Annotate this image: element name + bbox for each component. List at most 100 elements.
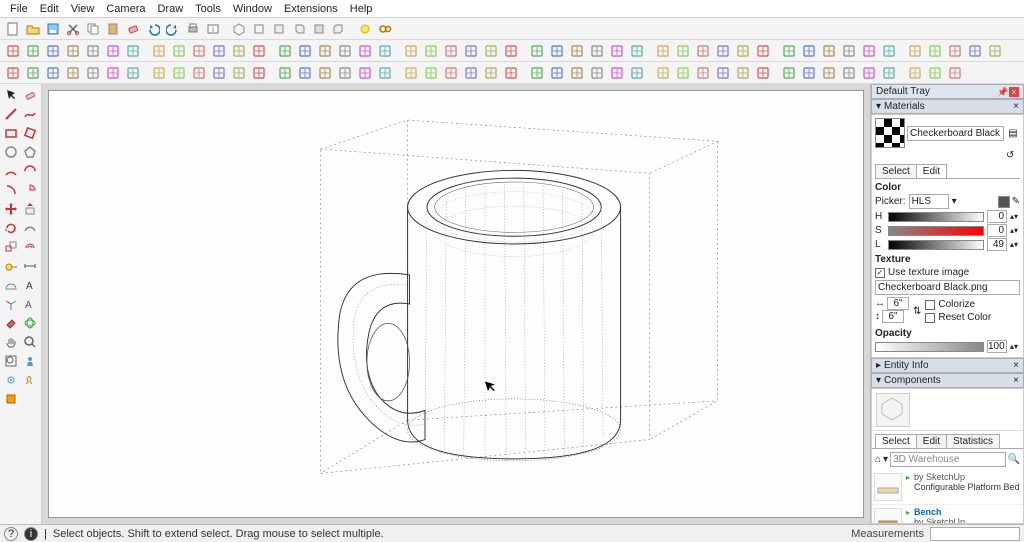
menu-draw[interactable]: Draw [151,3,189,15]
l-value[interactable]: 49 [987,238,1007,251]
eraser-icon[interactable] [21,86,39,104]
r2-tool-33[interactable] [694,42,712,60]
r3-tool-17[interactable] [356,64,374,82]
menu-camera[interactable]: Camera [100,3,151,15]
r2-tool-27[interactable] [568,42,586,60]
scale-icon[interactable] [2,238,20,256]
r2-tool-22[interactable] [462,42,480,60]
left-icon[interactable] [330,20,348,38]
r2-tool-24[interactable] [502,42,520,60]
arc2-icon[interactable] [21,162,39,180]
opacity-slider[interactable] [875,342,984,352]
pie-icon[interactable] [21,181,39,199]
comp-tab-select[interactable]: Select [875,434,917,448]
r3-tool-7[interactable] [150,64,168,82]
collapse-icon[interactable]: ▾ [876,375,881,386]
r2-tool-15[interactable] [316,42,334,60]
r3-tool-18[interactable] [376,64,394,82]
gears-icon[interactable] [376,20,394,38]
r2-tool-7[interactable] [150,42,168,60]
r2-tool-5[interactable] [104,42,122,60]
r3-tool-37[interactable] [780,64,798,82]
menu-extensions[interactable]: Extensions [278,3,344,15]
close-icon[interactable]: × [1009,87,1019,97]
r2-tool-29[interactable] [608,42,626,60]
r2-tool-17[interactable] [356,42,374,60]
menu-edit[interactable]: Edit [34,3,65,15]
r2-tool-6[interactable] [124,42,142,60]
r2-tool-9[interactable] [190,42,208,60]
undo-icon[interactable] [144,20,162,38]
r3-tool-20[interactable] [422,64,440,82]
r2-tool-10[interactable] [210,42,228,60]
dimension-icon[interactable] [21,257,39,275]
paste-icon[interactable] [104,20,122,38]
r3-tool-21[interactable] [442,64,460,82]
panel-close-icon[interactable]: × [1013,375,1019,386]
collapse-icon[interactable]: ▾ [876,101,881,112]
r2-tool-46[interactable] [966,42,984,60]
protractor-icon[interactable] [2,276,20,294]
color-swatch-dark[interactable] [998,196,1010,208]
freehand-icon[interactable] [21,105,39,123]
r2-tool-1[interactable] [24,42,42,60]
r2-tool-14[interactable] [296,42,314,60]
r3-tool-35[interactable] [734,64,752,82]
pin-icon[interactable]: 📌 [997,87,1007,97]
l-spinner[interactable]: ▴▾ [1010,242,1020,247]
rotate-icon[interactable] [2,219,20,237]
r2-tool-25[interactable] [528,42,546,60]
3dtext-icon[interactable]: A [21,295,39,313]
menu-window[interactable]: Window [227,3,278,15]
iso-icon[interactable] [230,20,248,38]
r2-tool-21[interactable] [442,42,460,60]
list-item[interactable]: ▸ by SketchUpConfigurable Platform Bed [872,470,1023,505]
light-icon[interactable] [356,20,374,38]
r2-tool-45[interactable] [946,42,964,60]
h-spinner[interactable]: ▴▾ [1010,214,1020,219]
r2-tool-20[interactable] [422,42,440,60]
r3-tool-4[interactable] [84,64,102,82]
materials-header[interactable]: ▾ Materials × [871,99,1024,114]
cut-icon[interactable] [64,20,82,38]
nav-home-icon[interactable]: ⌂ [875,454,881,465]
tab-edit[interactable]: Edit [916,164,947,178]
r3-tool-11[interactable] [230,64,248,82]
back-icon[interactable] [310,20,328,38]
components-header[interactable]: ▾ Components × [871,373,1024,388]
r3-tool-15[interactable] [316,64,334,82]
menu-help[interactable]: Help [344,3,379,15]
r2-tool-42[interactable] [880,42,898,60]
s-spinner[interactable]: ▴▾ [1010,228,1020,233]
r2-tool-28[interactable] [588,42,606,60]
create-material-icon[interactable]: ▤ [1006,128,1020,139]
r3-tool-1[interactable] [24,64,42,82]
back-default-icon[interactable]: ↺ [1006,150,1020,161]
r2-tool-16[interactable] [336,42,354,60]
entity-info-header[interactable]: ▸ Entity Info × [871,358,1024,373]
r2-tool-38[interactable] [800,42,818,60]
r2-tool-3[interactable] [64,42,82,60]
rectangle-icon[interactable] [2,124,20,142]
tape-icon[interactable] [2,257,20,275]
r3-tool-44[interactable] [926,64,944,82]
r3-tool-28[interactable] [588,64,606,82]
redo-icon[interactable] [164,20,182,38]
r3-tool-30[interactable] [628,64,646,82]
material-name-input[interactable]: Checkerboard Black [907,126,1004,141]
r2-tool-44[interactable] [926,42,944,60]
r3-tool-36[interactable] [754,64,772,82]
r3-tool-42[interactable] [880,64,898,82]
r2-tool-40[interactable] [840,42,858,60]
warehouse-search[interactable]: 3D Warehouse [890,452,1005,467]
pushpull-icon[interactable] [21,200,39,218]
r2-tool-34[interactable] [714,42,732,60]
nav-dropdown-icon[interactable]: ▾ [883,454,888,465]
comp-tab-statistics[interactable]: Statistics [946,434,1000,448]
r3-tool-9[interactable] [190,64,208,82]
followme-icon[interactable] [21,219,39,237]
s-value[interactable]: 0 [987,224,1007,237]
r2-tool-26[interactable] [548,42,566,60]
polygon-icon[interactable] [21,143,39,161]
r2-tool-0[interactable] [4,42,22,60]
